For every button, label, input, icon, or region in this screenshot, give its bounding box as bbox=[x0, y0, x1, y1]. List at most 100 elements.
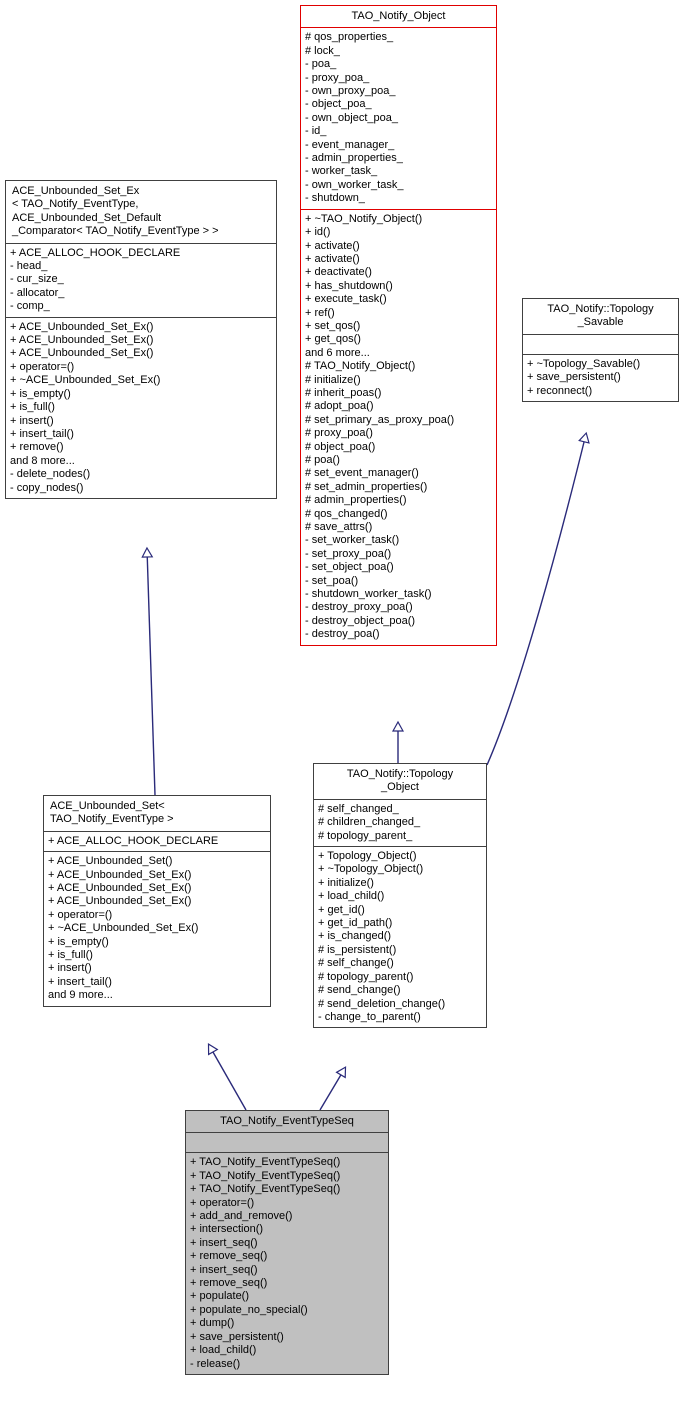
class-member-row: + ~Topology_Savable() bbox=[527, 357, 641, 370]
class-member-row: + TAO_Notify_EventTypeSeq() bbox=[190, 1156, 341, 1169]
class-member-row: # topology_parent() bbox=[318, 970, 414, 983]
class-member-row: + populate_no_special() bbox=[190, 1303, 308, 1316]
class-member-row: and 6 more... bbox=[305, 346, 370, 359]
class-operations-tao-notify-eventtypeseq: + TAO_Notify_EventTypeSeq() + TAO_Notify_… bbox=[186, 1153, 388, 1374]
class-member-row: + dump() bbox=[190, 1317, 235, 1330]
class-member-row: # adopt_poa() bbox=[305, 400, 374, 413]
class-attributes-topology-object: # self_changed_ # children_changed_ # topo… bbox=[314, 800, 486, 848]
class-member-row: - proxy_poa_ bbox=[305, 71, 370, 84]
class-member-row: + is_empty() bbox=[48, 935, 109, 948]
class-member-row: - set_proxy_poa() bbox=[305, 547, 392, 560]
class-attributes-ace-unbounded-set: + ACE_ALLOC_HOOK_DECLARE bbox=[44, 832, 270, 853]
class-member-row: + get_qos() bbox=[305, 333, 361, 346]
class-member-row: - set_worker_task() bbox=[305, 534, 400, 547]
class-member-row: + remove_seq() bbox=[190, 1250, 268, 1263]
class-member-row: + insert_tail() bbox=[10, 427, 74, 440]
uml-class-diagram: TAO_Notify_Object # qos_properties_ # loc… bbox=[0, 0, 684, 1413]
edge-topobj-to-savable bbox=[486, 434, 586, 766]
class-node-topology-savable[interactable]: TAO_Notify::Topology _Savable + ~Topolog… bbox=[522, 298, 679, 403]
class-member-row: + ACE_Unbounded_Set_Ex() bbox=[48, 868, 192, 881]
class-member-row: + save_persistent() bbox=[527, 371, 621, 384]
class-member-row: + remove() bbox=[10, 441, 64, 454]
class-member-row: + ACE_ALLOC_HOOK_DECLARE bbox=[10, 246, 181, 259]
class-member-row: and 9 more... bbox=[48, 989, 113, 1002]
class-member-row: + is_full() bbox=[10, 401, 55, 414]
class-member-row: + ACE_Unbounded_Set_Ex() bbox=[10, 347, 154, 360]
class-member-row: + is_empty() bbox=[10, 387, 71, 400]
class-title-tao-notify-eventtypeseq: TAO_Notify_EventTypeSeq bbox=[186, 1111, 388, 1134]
class-title-topology-savable: TAO_Notify::Topology _Savable bbox=[523, 299, 678, 335]
edge-seq-to-set bbox=[209, 1045, 247, 1111]
class-member-row: # qos_properties_ bbox=[305, 31, 394, 44]
class-member-row: + initialize() bbox=[318, 876, 374, 889]
class-member-row: + ~TAO_Notify_Object() bbox=[305, 212, 423, 225]
class-member-row: # is_persistent() bbox=[318, 943, 397, 956]
class-member-row: + ACE_Unbounded_Set_Ex() bbox=[48, 882, 192, 895]
class-member-row: + set_qos() bbox=[305, 319, 361, 332]
class-member-row: # qos_changed() bbox=[305, 507, 388, 520]
class-member-row: + intersection() bbox=[190, 1223, 264, 1236]
class-member-row: - set_object_poa() bbox=[305, 561, 394, 574]
class-member-row: - head_ bbox=[10, 260, 48, 273]
class-attributes-ace-unbounded-set-ex: + ACE_ALLOC_HOOK_DECLARE - head_ - cur_siz… bbox=[6, 244, 276, 318]
class-title-ace-unbounded-set: ACE_Unbounded_Set< TAO_Notify_EventType … bbox=[44, 796, 270, 832]
class-member-row: + ACE_Unbounded_Set() bbox=[48, 855, 173, 868]
class-member-row: + remove_seq() bbox=[190, 1277, 268, 1290]
class-member-row: # inherit_poas() bbox=[305, 386, 382, 399]
class-member-row: # proxy_poa() bbox=[305, 427, 373, 440]
class-member-row: - copy_nodes() bbox=[10, 481, 84, 494]
class-member-row: + get_id_path() bbox=[318, 917, 393, 930]
class-member-row: + insert_seq() bbox=[190, 1263, 258, 1276]
class-member-row: + id() bbox=[305, 226, 331, 239]
class-member-row: # admin_properties() bbox=[305, 494, 407, 507]
class-member-row: # set_event_manager() bbox=[305, 467, 419, 480]
class-member-row: - set_poa() bbox=[305, 574, 359, 587]
class-node-topology-object[interactable]: TAO_Notify::Topology _Object # self_chan… bbox=[313, 763, 487, 1029]
class-member-row: + deactivate() bbox=[305, 266, 372, 279]
class-member-row: + load_child() bbox=[190, 1344, 257, 1357]
class-member-row: + is_full() bbox=[48, 949, 93, 962]
class-member-row: # set_primary_as_proxy_poa() bbox=[305, 413, 455, 426]
class-member-row: + activate() bbox=[305, 252, 360, 265]
class-operations-ace-unbounded-set: + ACE_Unbounded_Set() + ACE_Unbounded_Set… bbox=[44, 852, 270, 1005]
class-member-row: # self_change() bbox=[318, 957, 394, 970]
class-member-row: - cur_size_ bbox=[10, 273, 64, 286]
class-member-row: # poa() bbox=[305, 454, 340, 466]
class-attributes-topology-savable bbox=[523, 335, 678, 355]
edge-seq-to-topobj bbox=[319, 1068, 345, 1111]
class-member-row: + operator=() bbox=[48, 908, 113, 921]
class-node-ace-unbounded-set[interactable]: ACE_Unbounded_Set< TAO_Notify_EventType … bbox=[43, 795, 271, 1007]
class-member-row: + ~ACE_Unbounded_Set_Ex() bbox=[48, 922, 199, 935]
class-member-row: + insert_seq() bbox=[190, 1236, 258, 1249]
class-node-ace-unbounded-set-ex[interactable]: ACE_Unbounded_Set_Ex < TAO_Notify_EventT… bbox=[5, 180, 277, 499]
class-member-row: - own_object_poa_ bbox=[305, 111, 398, 124]
class-member-row: # save_attrs() bbox=[305, 521, 373, 534]
class-member-row: + TAO_Notify_EventTypeSeq() bbox=[190, 1183, 341, 1196]
class-member-row: - shutdown_ bbox=[305, 192, 365, 205]
class-member-row: - own_worker_task_ bbox=[305, 178, 404, 191]
class-title-tao-notify-object: TAO_Notify_Object bbox=[301, 6, 496, 29]
class-member-row: - destroy_poa() bbox=[305, 628, 380, 641]
class-member-row: + Topology_Object() bbox=[318, 850, 417, 863]
class-node-tao-notify-eventtypeseq[interactable]: TAO_Notify_EventTypeSeq + TAO_Notify_Eve… bbox=[185, 1110, 389, 1375]
class-member-row: + operator=() bbox=[190, 1196, 255, 1209]
class-node-tao-notify-object[interactable]: TAO_Notify_Object # qos_properties_ # loc… bbox=[300, 5, 497, 646]
class-member-row: # initialize() bbox=[305, 373, 361, 386]
class-operations-ace-unbounded-set-ex: + ACE_Unbounded_Set_Ex() + ACE_Unbounded_… bbox=[6, 318, 276, 498]
class-member-row: + has_shutdown() bbox=[305, 279, 393, 292]
class-member-row: # send_deletion_change() bbox=[318, 997, 446, 1010]
class-member-row: + save_persistent() bbox=[190, 1330, 284, 1343]
class-member-row: + operator=() bbox=[10, 360, 75, 373]
class-member-row: + ~Topology_Object() bbox=[318, 863, 424, 876]
class-member-row: + ACE_Unbounded_Set_Ex() bbox=[48, 895, 192, 908]
class-member-row: # object_poa() bbox=[305, 440, 376, 453]
class-member-row: # children_changed_ bbox=[318, 816, 421, 829]
class-member-row: - destroy_proxy_poa() bbox=[305, 601, 413, 614]
class-member-row: - change_to_parent() bbox=[318, 1010, 421, 1023]
class-member-row: + add_and_remove() bbox=[190, 1210, 293, 1223]
class-member-row: + TAO_Notify_EventTypeSeq() bbox=[190, 1169, 341, 1182]
class-member-row: + execute_task() bbox=[305, 293, 387, 306]
class-operations-topology-object: + Topology_Object() + ~Topology_Object() +… bbox=[314, 847, 486, 1027]
class-member-row: # topology_parent_ bbox=[318, 829, 413, 842]
class-member-row: - object_poa_ bbox=[305, 98, 372, 111]
